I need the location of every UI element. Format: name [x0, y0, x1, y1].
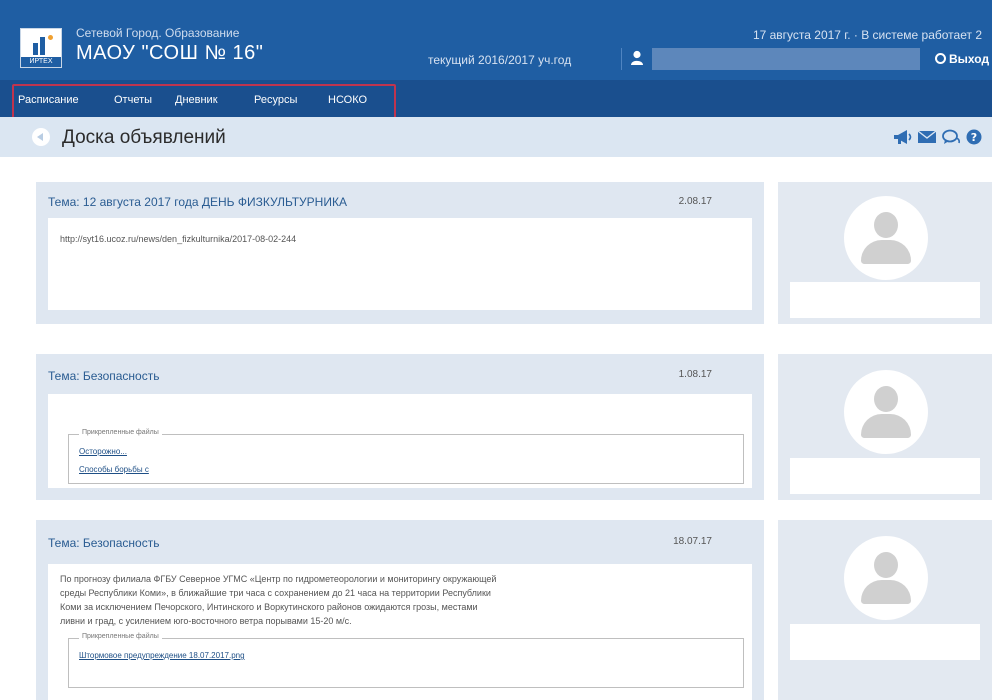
header-divider: [621, 48, 622, 70]
help-icon[interactable]: ?: [965, 129, 983, 145]
file-link[interactable]: Штормовое предупреждение 18.07.2017.png: [79, 651, 245, 660]
author-panel: [778, 182, 992, 324]
file-link[interactable]: Осторожно...: [79, 447, 127, 456]
post-topic[interactable]: Тема: Безопасность: [48, 369, 159, 383]
announcement-card: Тема: 12 августа 2017 года ДЕНЬ ФИЗКУЛЬТ…: [36, 182, 764, 324]
date-info: 17 августа 2017 г. · В системе работает …: [752, 28, 982, 42]
avatar: [844, 196, 928, 280]
attached-files-group: Прикрепленные файлы Осторожно... Способы…: [68, 429, 744, 484]
author-name-box: [790, 458, 980, 494]
announcement-card: Тема: Безопасность 1.08.17 Прикрепленные…: [36, 354, 764, 500]
user-name-field[interactable]: [652, 48, 920, 70]
author-name-box: [790, 282, 980, 318]
post-text-line: среды Республики Коми», в ближайшие три …: [60, 588, 491, 598]
power-icon: [935, 53, 946, 64]
post-date: 1.08.17: [678, 369, 712, 380]
file-link[interactable]: Способы борьбы с: [79, 465, 149, 474]
post-text-line: По прогнозу филиала ФГБУ Северное УГМС «…: [60, 574, 497, 584]
app-header: ИРТЕХ Сетевой Город. Образование МАОУ "С…: [0, 0, 992, 80]
post-text-line: Коми за исключением Печорского, Интинско…: [60, 602, 478, 612]
author-panel: [778, 354, 992, 500]
envelope-icon[interactable]: [917, 129, 937, 145]
page-title: Доска объявлений: [62, 127, 226, 148]
chat-icon[interactable]: [941, 129, 961, 145]
school-name: МАОУ "СОШ № 16": [76, 42, 264, 64]
post-text: http://syt16.ucoz.ru/news/den_fizkulturn…: [60, 234, 297, 244]
back-icon[interactable]: [32, 128, 50, 146]
announcement-card: Тема: Безопасность 18.07.17 По прогнозу …: [36, 520, 764, 700]
exit-label: Выход: [949, 52, 990, 66]
avatar: [844, 536, 928, 620]
attached-files-label: Прикрепленные файлы: [79, 429, 162, 436]
post-topic[interactable]: Тема: Безопасность: [48, 536, 159, 550]
megaphone-icon[interactable]: [893, 129, 913, 145]
post-body: Прикрепленные файлы Осторожно... Способы…: [48, 394, 752, 488]
post-topic[interactable]: Тема: 12 августа 2017 года ДЕНЬ ФИЗКУЛЬТ…: [48, 195, 347, 209]
user-icon: [631, 50, 643, 65]
post-date: 2.08.17: [678, 196, 712, 207]
school-year[interactable]: текущий 2016/2017 уч.год: [428, 53, 571, 67]
app-name: Сетевой Город. Образование: [76, 26, 240, 40]
post-text-line: ливни и град, с усилением юго-восточного…: [60, 616, 352, 626]
author-name-box: [790, 624, 980, 660]
exit-button[interactable]: Выход: [935, 52, 989, 66]
avatar: [844, 370, 928, 454]
logo-caption: ИРТЕХ: [21, 57, 61, 67]
attached-files-group: Прикрепленные файлы Штормовое предупрежд…: [68, 633, 744, 688]
page-titlebar: Доска объявлений ?: [0, 117, 992, 157]
post-body: По прогнозу филиала ФГБУ Северное УГМС «…: [48, 564, 752, 700]
post-body: http://syt16.ucoz.ru/news/den_fizkulturn…: [48, 218, 752, 310]
svg-text:?: ?: [971, 131, 977, 144]
attached-files-label: Прикрепленные файлы: [79, 633, 162, 640]
post-date: 18.07.17: [673, 536, 712, 547]
nav-highlight-box: [12, 84, 396, 121]
app-logo[interactable]: ИРТЕХ: [20, 28, 62, 68]
author-panel: [778, 520, 992, 700]
